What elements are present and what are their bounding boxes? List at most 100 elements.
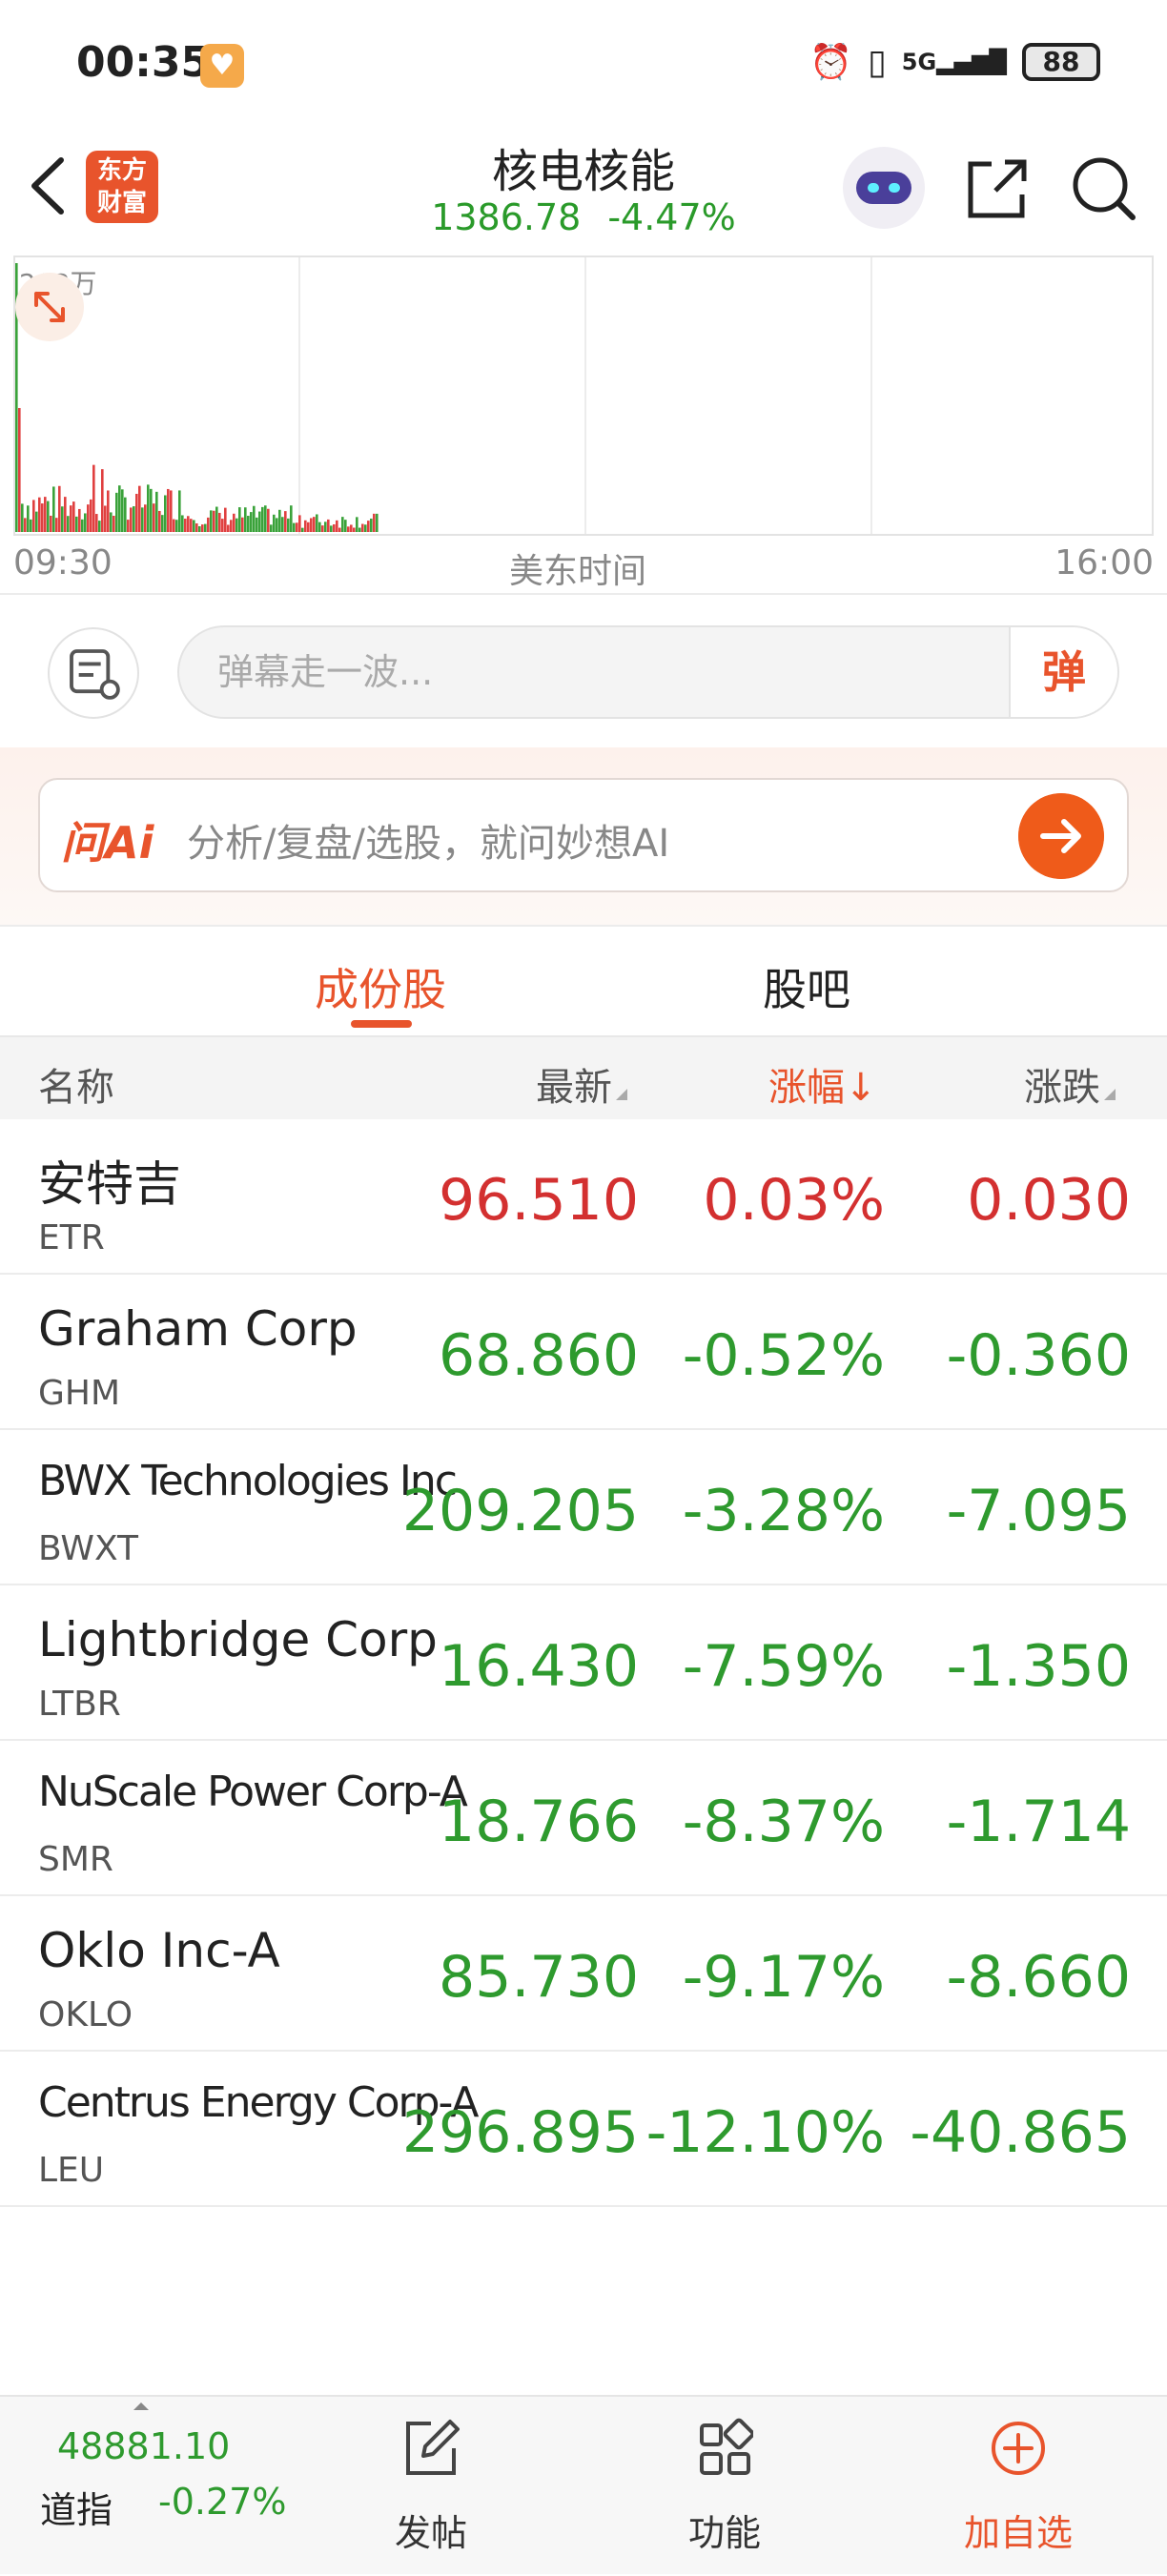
volume-bar	[215, 506, 218, 532]
volume-bar	[230, 520, 233, 532]
ai-go-button[interactable]	[1018, 793, 1104, 879]
stock-change: -1.350	[946, 1633, 1131, 1700]
tab-constituents[interactable]: 成份股	[315, 955, 446, 1018]
stock-change: -7.095	[946, 1478, 1131, 1544]
volume-bar	[341, 517, 344, 532]
volume-bar	[130, 507, 133, 532]
volume-bar	[92, 464, 95, 532]
volume-chart[interactable]: 203万	[13, 256, 1154, 536]
volume-bar	[141, 507, 144, 532]
tab-forum[interactable]: 股吧	[763, 955, 850, 1018]
volume-bar	[44, 497, 47, 532]
volume-bar	[90, 499, 92, 532]
volume-bar	[267, 508, 270, 532]
table-row[interactable]: Graham Corp GHM 68.860 -0.52% -0.360	[0, 1275, 1167, 1430]
ai-logo: 问Ai	[61, 817, 154, 869]
volume-bar	[170, 490, 173, 532]
volume-bar	[104, 505, 107, 532]
volume-bar	[316, 514, 318, 532]
table-row[interactable]: BWX Technologies Inc BWXT 209.205 -3.28% -7.…	[0, 1430, 1167, 1585]
sort-desc-icon: ↓	[845, 1066, 877, 1110]
volume-bar	[181, 515, 184, 532]
app-notification-icon: ♥	[200, 44, 244, 88]
volume-bar	[321, 525, 324, 532]
volume-bar	[353, 527, 356, 532]
expand-up-icon	[133, 2402, 149, 2410]
expand-icon[interactable]	[15, 273, 84, 341]
volume-bar	[38, 497, 41, 532]
volume-bar	[333, 523, 336, 532]
stock-change-pct: 0.03%	[703, 1167, 885, 1234]
alarm-icon: ⏰	[809, 43, 852, 82]
volume-bar	[164, 495, 167, 532]
stock-latest: 18.766	[439, 1789, 639, 1855]
volume-bar	[133, 506, 135, 532]
col-latest[interactable]: 最新	[536, 1056, 627, 1112]
volume-bar	[364, 524, 367, 532]
table-row[interactable]: Oklo Inc-A OKLO 85.730 -9.17% -8.660	[0, 1896, 1167, 2052]
volume-bar	[147, 484, 150, 532]
post-button[interactable]: 发帖	[355, 2397, 507, 2576]
back-arrow-icon[interactable]	[21, 153, 78, 219]
volume-bar	[21, 503, 24, 532]
stock-latest: 16.430	[439, 1633, 639, 1700]
volume-bar	[350, 524, 353, 532]
divider	[0, 593, 1167, 595]
danmu-settings-icon[interactable]	[48, 627, 139, 719]
volume-bar	[178, 490, 181, 532]
volume-bar	[107, 490, 110, 532]
table-row[interactable]: NuScale Power Corp-A SMR 18.766 -8.37% -1.71…	[0, 1741, 1167, 1896]
volume-bar	[41, 503, 44, 532]
col-change[interactable]: 涨跌	[1024, 1056, 1116, 1112]
col-change-pct[interactable]: 涨幅↓	[768, 1056, 877, 1112]
volume-bar	[187, 516, 190, 532]
table-row[interactable]: 安特吉 ETR 96.510 0.03% 0.030	[0, 1119, 1167, 1275]
volume-bar	[150, 488, 153, 532]
volume-bar	[261, 506, 264, 532]
stock-change-pct: -12.10%	[645, 2099, 885, 2166]
danmu-send-button[interactable]: 弹	[1009, 627, 1117, 717]
volume-bar	[370, 518, 373, 532]
danmu-input[interactable]: 弹幕走一波...	[177, 625, 1119, 719]
table-row[interactable]: Lightbridge Corp LTBR 16.430 -7.59% -1.350	[0, 1585, 1167, 1741]
volume-bar	[35, 511, 38, 532]
volume-bar	[153, 503, 155, 532]
stock-name: Graham Corp	[38, 1301, 358, 1357]
volume-bar	[344, 520, 347, 532]
plus-circle-icon	[992, 2422, 1045, 2475]
stock-code: GHM	[38, 1374, 121, 1413]
volume-bar	[358, 527, 361, 532]
function-button[interactable]: 功能	[648, 2397, 801, 2576]
stock-name: Lightbridge Corp	[38, 1612, 438, 1667]
status-bar: 00:35 ♥ ⏰ ▯ 5G▂▄▆█ 88	[0, 0, 1167, 133]
volume-bar	[307, 521, 310, 532]
volume-bar	[167, 488, 170, 532]
volume-bar	[304, 520, 307, 532]
volume-bar	[276, 518, 278, 532]
volume-bar	[210, 510, 213, 532]
volume-bar	[313, 517, 316, 532]
volume-bar	[293, 522, 296, 532]
app-logo[interactable]: 东方 财富	[86, 151, 158, 223]
col-name: 名称	[38, 1066, 114, 1110]
search-icon[interactable]	[1070, 154, 1138, 223]
volume-bar	[184, 519, 187, 532]
share-icon[interactable]	[963, 154, 1032, 223]
volume-bar	[318, 521, 321, 532]
stock-latest: 209.205	[401, 1478, 639, 1544]
ai-input[interactable]: 分析/复盘/选股，就问妙想AI	[187, 812, 669, 868]
volume-bar	[158, 510, 161, 532]
header: 核电核能 1386.78 -4.47% 东方 财富	[0, 133, 1167, 256]
stock-change-pct: -9.17%	[682, 1944, 885, 2011]
stock-name: BWX Technologies Inc	[38, 1457, 458, 1505]
volume-bar	[61, 506, 64, 532]
ai-assistant-icon[interactable]	[843, 147, 925, 229]
add-watchlist-button[interactable]: 加自选	[942, 2397, 1095, 2576]
volume-bar	[336, 520, 338, 532]
stock-change: -8.660	[946, 1944, 1131, 2011]
table-row[interactable]: Centrus Energy Corp-A LEU 296.895 -12.10% -4…	[0, 2052, 1167, 2207]
volume-bar	[376, 513, 379, 532]
stock-code: OKLO	[38, 1995, 133, 2034]
volume-bar	[213, 510, 215, 532]
volume-bar	[296, 522, 298, 532]
